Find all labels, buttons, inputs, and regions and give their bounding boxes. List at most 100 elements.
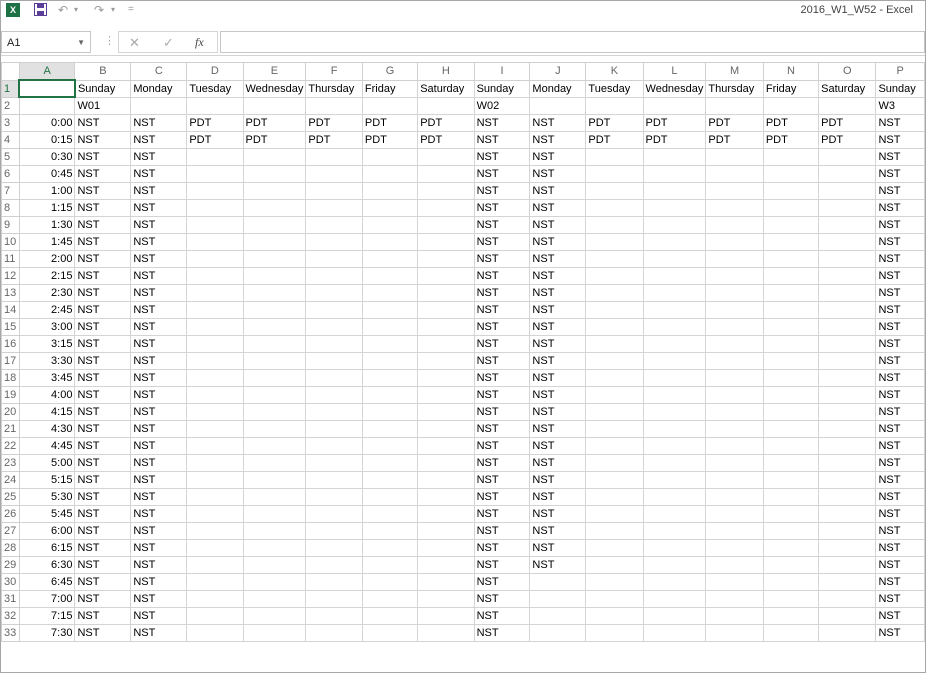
- cell-e20[interactable]: [242, 402, 307, 421]
- cell-a25[interactable]: 5:30: [18, 487, 76, 506]
- cell-e23[interactable]: [242, 453, 307, 472]
- cell-h11[interactable]: [417, 249, 475, 268]
- cell-g19[interactable]: [361, 385, 419, 404]
- cell-o20[interactable]: [818, 402, 877, 421]
- cell-i14[interactable]: NST: [473, 300, 531, 319]
- cell-e32[interactable]: [242, 606, 307, 625]
- cell-k21[interactable]: [585, 419, 644, 438]
- cell-d9[interactable]: [186, 215, 244, 234]
- cell-n7[interactable]: [762, 181, 820, 200]
- cell-c23[interactable]: NST: [130, 453, 188, 472]
- cell-k13[interactable]: [585, 283, 644, 302]
- cell-d5[interactable]: [186, 147, 244, 166]
- cell-o5[interactable]: [818, 147, 877, 166]
- cell-l14[interactable]: [642, 300, 707, 319]
- cell-h32[interactable]: [417, 606, 475, 625]
- cell-f18[interactable]: [305, 368, 363, 387]
- cell-m8[interactable]: [705, 198, 764, 217]
- cell-l1[interactable]: Wednesday: [642, 79, 707, 98]
- cell-i12[interactable]: NST: [473, 266, 531, 285]
- cell-c19[interactable]: NST: [130, 385, 188, 404]
- cell-h2[interactable]: [417, 96, 475, 115]
- cell-b11[interactable]: NST: [74, 249, 132, 268]
- cell-b32[interactable]: NST: [74, 606, 132, 625]
- cell-p31[interactable]: NST: [875, 589, 925, 608]
- row-header[interactable]: 21: [1, 419, 20, 438]
- row-header[interactable]: 33: [1, 623, 20, 642]
- cell-b13[interactable]: NST: [74, 283, 132, 302]
- cell-d19[interactable]: [186, 385, 244, 404]
- cell-d26[interactable]: [186, 504, 244, 523]
- cell-c3[interactable]: NST: [130, 113, 188, 132]
- cell-c11[interactable]: NST: [130, 249, 188, 268]
- cell-a33[interactable]: 7:30: [18, 623, 76, 642]
- cell-i28[interactable]: NST: [473, 538, 531, 557]
- cell-k31[interactable]: [585, 589, 644, 608]
- cell-m16[interactable]: [705, 334, 764, 353]
- cell-m29[interactable]: [705, 555, 764, 574]
- cell-e5[interactable]: [242, 147, 307, 166]
- cell-k7[interactable]: [585, 181, 644, 200]
- cell-j15[interactable]: NST: [529, 317, 587, 336]
- cell-g18[interactable]: [361, 368, 419, 387]
- cell-c9[interactable]: NST: [130, 215, 188, 234]
- row-header[interactable]: 15: [1, 317, 20, 336]
- cell-d10[interactable]: [186, 232, 244, 251]
- cell-e8[interactable]: [242, 198, 307, 217]
- cell-g33[interactable]: [361, 623, 419, 642]
- cell-h16[interactable]: [417, 334, 475, 353]
- cell-n22[interactable]: [762, 436, 820, 455]
- cell-f21[interactable]: [305, 419, 363, 438]
- cell-o31[interactable]: [818, 589, 877, 608]
- cell-i33[interactable]: NST: [473, 623, 531, 642]
- cell-d18[interactable]: [186, 368, 244, 387]
- cell-e6[interactable]: [242, 164, 307, 183]
- cell-p17[interactable]: NST: [875, 351, 925, 370]
- cell-d23[interactable]: [186, 453, 244, 472]
- cell-k9[interactable]: [585, 215, 644, 234]
- cell-g2[interactable]: [361, 96, 419, 115]
- cell-j21[interactable]: NST: [529, 419, 587, 438]
- cell-c25[interactable]: NST: [130, 487, 188, 506]
- cell-d25[interactable]: [186, 487, 244, 506]
- cell-g27[interactable]: [361, 521, 419, 540]
- cell-k5[interactable]: [585, 147, 644, 166]
- cell-b25[interactable]: NST: [74, 487, 132, 506]
- cell-c24[interactable]: NST: [130, 470, 188, 489]
- cell-b20[interactable]: NST: [74, 402, 132, 421]
- cell-g30[interactable]: [361, 572, 419, 591]
- row-header[interactable]: 1: [1, 79, 20, 98]
- cell-m33[interactable]: [705, 623, 764, 642]
- cell-l25[interactable]: [642, 487, 707, 506]
- cell-k6[interactable]: [585, 164, 644, 183]
- cell-i29[interactable]: NST: [473, 555, 531, 574]
- cell-b31[interactable]: NST: [74, 589, 132, 608]
- cell-n21[interactable]: [762, 419, 820, 438]
- cell-j1[interactable]: Monday: [529, 79, 587, 98]
- cell-o18[interactable]: [818, 368, 877, 387]
- cell-b4[interactable]: NST: [74, 130, 132, 149]
- cell-i20[interactable]: NST: [473, 402, 531, 421]
- cell-d16[interactable]: [186, 334, 244, 353]
- cell-l18[interactable]: [642, 368, 707, 387]
- cell-g15[interactable]: [361, 317, 419, 336]
- cell-k26[interactable]: [585, 504, 644, 523]
- cell-n23[interactable]: [762, 453, 820, 472]
- cell-m23[interactable]: [705, 453, 764, 472]
- cell-a7[interactable]: 1:00: [18, 181, 76, 200]
- cell-f11[interactable]: [305, 249, 363, 268]
- cell-a9[interactable]: 1:30: [18, 215, 76, 234]
- cell-k32[interactable]: [585, 606, 644, 625]
- cell-l21[interactable]: [642, 419, 707, 438]
- cell-f16[interactable]: [305, 334, 363, 353]
- cell-o16[interactable]: [818, 334, 877, 353]
- cell-h8[interactable]: [417, 198, 475, 217]
- cell-e25[interactable]: [242, 487, 307, 506]
- column-header-l[interactable]: L: [642, 62, 707, 81]
- cell-p1[interactable]: Sunday: [875, 79, 925, 98]
- cell-n18[interactable]: [762, 368, 820, 387]
- cell-f20[interactable]: [305, 402, 363, 421]
- row-header[interactable]: 19: [1, 385, 20, 404]
- cell-f27[interactable]: [305, 521, 363, 540]
- cell-p19[interactable]: NST: [875, 385, 925, 404]
